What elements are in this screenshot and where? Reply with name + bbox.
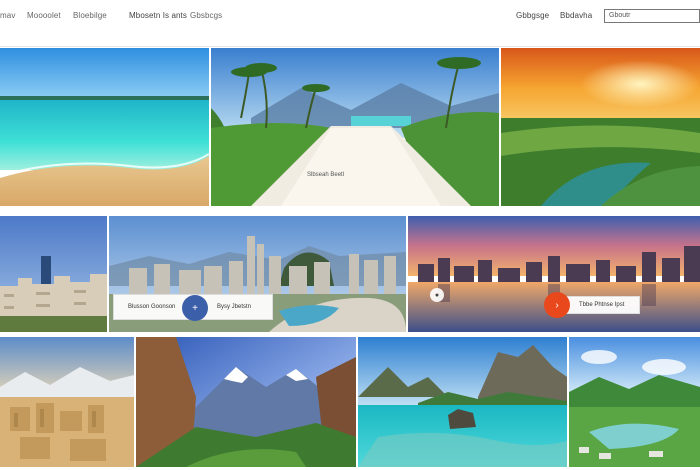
photo-info-card-subtitle: Bysy Jbetstn	[217, 304, 252, 310]
dot-button[interactable]: ●	[430, 288, 444, 302]
photo-palm-beach-path[interactable]: Slbseah Beetl	[211, 48, 499, 206]
photo-location-card-title: Tbbe Phtnse Ipst	[579, 302, 625, 308]
photo-city-mountains[interactable]: Blusson Goonson + Bysy Jbetstn	[109, 216, 406, 332]
photo-green-valley[interactable]	[569, 337, 700, 467]
photo-tropical-beach[interactable]	[0, 48, 209, 206]
chevron-right-icon: ›	[555, 299, 559, 311]
photo-palm-beach-path-image	[211, 48, 499, 206]
photo-sunset-marsh[interactable]	[501, 48, 700, 206]
photo-harbor-skyline[interactable]: ● Tbbe Phtnse Ipst ›	[408, 216, 700, 332]
add-button[interactable]: +	[182, 295, 208, 321]
nav-link-3[interactable]: Bloebilge	[73, 11, 107, 20]
photo-city-skyline-image	[0, 216, 107, 332]
photo-city-skyline[interactable]	[0, 216, 107, 332]
nav-link-right-1[interactable]: Gbbgsge	[516, 11, 549, 20]
nav-link-5[interactable]: Gbsbcgs	[190, 11, 222, 20]
photo-sunset-marsh-image	[501, 48, 700, 206]
photo-desert-ruins-image	[0, 337, 134, 467]
nav-link-right-2[interactable]: Bbdavha	[560, 11, 592, 20]
photo-mountain-valley-image	[136, 337, 356, 467]
search-input[interactable]: Gboutr	[604, 9, 700, 23]
dot-icon: ●	[434, 291, 440, 299]
top-navigation-bar: mav Moooolet Bloebilge Mbosetn Is ants G…	[0, 0, 700, 32]
photo-rock-lake-image	[358, 337, 567, 467]
photo-mountain-valley[interactable]	[136, 337, 356, 467]
photo-rock-lake[interactable]	[358, 337, 567, 467]
next-button[interactable]: ›	[544, 292, 570, 318]
photo-green-valley-image	[569, 337, 700, 467]
photo-caption: Slbseah Beetl	[307, 172, 345, 178]
search-input-value: Gboutr	[609, 12, 631, 19]
plus-icon: +	[192, 302, 198, 314]
nav-link-1[interactable]: mav	[0, 11, 15, 20]
photo-desert-ruins[interactable]	[0, 337, 134, 467]
photo-info-card-title: Blusson Goonson	[128, 304, 176, 310]
photo-tropical-beach-image	[0, 48, 209, 206]
nav-link-4[interactable]: Mbosetn Is ants	[129, 11, 187, 20]
nav-link-2[interactable]: Moooolet	[27, 11, 61, 20]
header-divider	[0, 46, 700, 47]
